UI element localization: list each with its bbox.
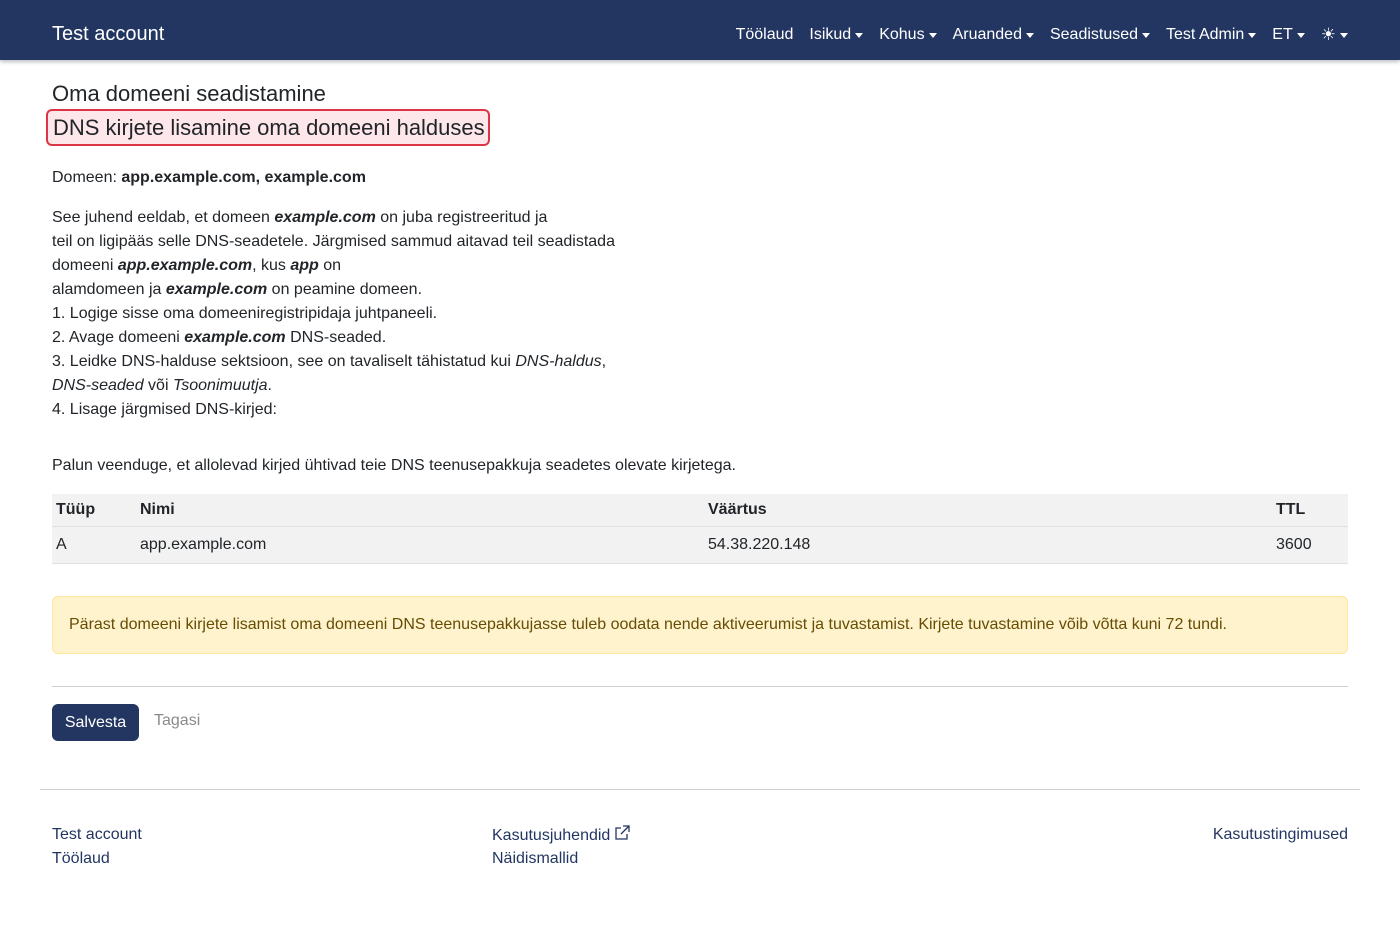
- nav-item-seadistused[interactable]: Seadistused: [1049, 24, 1151, 46]
- guide-text: ,: [601, 353, 607, 370]
- guide-text: on: [318, 257, 342, 274]
- guide-text: , kus: [252, 257, 291, 274]
- footer-link-templates[interactable]: Näidismallid: [492, 849, 578, 868]
- nav-item-label: Isikud: [809, 26, 852, 43]
- confirm-text: Palun veenduge, et allolevad kirjed ühti…: [52, 457, 736, 474]
- nav-item-label: Test Admin: [1166, 26, 1245, 43]
- guide-text: .: [267, 377, 272, 394]
- nav-item-label: Kohus: [879, 26, 925, 43]
- footer-link-account[interactable]: Test account: [52, 825, 142, 844]
- chevron-down-icon: [1025, 32, 1034, 38]
- chevron-down-icon: [1142, 32, 1151, 38]
- guide-text: See juhend eeldab, et domeen: [52, 209, 275, 226]
- top-navbar: Test account Töölaud Isikud Kohus Aruand…: [0, 0, 1400, 60]
- chevron-down-icon: [1296, 32, 1305, 38]
- chevron-down-icon: [1248, 32, 1257, 38]
- column-header-value: Väärtus: [704, 494, 1272, 527]
- record-name: app.example.com: [136, 526, 704, 564]
- main-nav: Töölaud Isikud Kohus Aruanded Seadistuse…: [736, 24, 1348, 46]
- table-row: A app.example.com 54.38.220.148 3600: [52, 526, 1348, 564]
- guide-text: on juba registreeritud ja: [375, 209, 548, 226]
- brand-link[interactable]: Test account: [52, 21, 164, 47]
- guide-step-4: 4. Lisage järgmised DNS-kirjed:: [52, 401, 277, 418]
- page-title: Oma domeeni seadistamine: [52, 81, 326, 106]
- chevron-down-icon: [1340, 32, 1348, 38]
- column-header-name: Nimi: [136, 494, 704, 527]
- guide-step-2: 2. Avage domeeni example.com DNS-seaded.: [52, 326, 672, 350]
- guide-line: See juhend eeldab, et domeen example.com…: [52, 206, 672, 230]
- back-button[interactable]: Tagasi: [154, 704, 200, 741]
- guide-text: DNS-seaded.: [285, 329, 387, 346]
- table-header-row: Tüüp Nimi Väärtus TTL: [52, 494, 1348, 527]
- setup-guide: See juhend eeldab, et domeen example.com…: [52, 206, 672, 422]
- nav-item-label: Aruanded: [952, 26, 1022, 43]
- guide-domain: app.example.com: [117, 257, 253, 274]
- guide-term: DNS-haldus: [515, 353, 602, 370]
- guide-step-3: 3. Leidke DNS-halduse sektsioon, see on …: [52, 350, 672, 374]
- guide-text: või: [143, 377, 173, 394]
- nav-item-aruanded[interactable]: Aruanded: [953, 24, 1034, 46]
- domain-label: Domeen:: [52, 169, 117, 186]
- dns-records-table: Tüüp Nimi Väärtus TTL A app.example.com …: [52, 494, 1348, 564]
- guide-text: alamdomeen ja: [52, 281, 166, 298]
- nav-item-toolaud[interactable]: Töölaud: [736, 24, 794, 46]
- column-header-type: Tüüp: [52, 494, 136, 527]
- nav-item-label: ET: [1272, 26, 1293, 43]
- guide-subdomain: app: [290, 257, 319, 274]
- guide-term: DNS-seaded: [52, 377, 144, 394]
- external-link-icon: [615, 825, 630, 840]
- page-subtitle: DNS kirjete lisamine oma domeeni halduse…: [46, 109, 490, 146]
- guide-domain: example.com: [184, 329, 286, 346]
- nav-item-user-menu[interactable]: Test Admin: [1166, 24, 1257, 46]
- domain-line: Domeen: app.example.com, example.com: [52, 168, 366, 187]
- nav-item-label: Seadistused: [1049, 26, 1139, 43]
- footer-divider: [40, 789, 1360, 790]
- guide-term: Tsoonimuutja: [172, 377, 268, 394]
- warning-alert: Pärast domeeni kirjete lisamist oma dome…: [52, 596, 1348, 654]
- nav-item-kohus[interactable]: Kohus: [879, 24, 937, 46]
- guide-line: alamdomeen ja example.com on peamine dom…: [52, 278, 672, 302]
- guide-step-1: 1. Logige sisse oma domeeniregistripidaj…: [52, 305, 438, 322]
- column-header-ttl: TTL: [1272, 494, 1348, 527]
- nav-item-label: Töölaud: [735, 26, 794, 43]
- record-value: 54.38.220.148: [704, 526, 1272, 564]
- divider: [52, 686, 1348, 687]
- guide-domain: example.com: [274, 209, 376, 226]
- nav-item-language[interactable]: ET: [1272, 24, 1305, 46]
- footer-link-label: Kasutusjuhendid: [492, 827, 611, 844]
- guide-step-3-cont: DNS-seaded või Tsoonimuutja.: [52, 374, 672, 398]
- guide-text: 2. Avage domeeni: [52, 329, 185, 346]
- nav-item-isikud[interactable]: Isikud: [809, 24, 864, 46]
- record-type: A: [52, 526, 136, 564]
- footer-link-manuals[interactable]: Kasutusjuhendid: [492, 825, 630, 845]
- guide-text: domeeni: [52, 257, 118, 274]
- footer-link-terms[interactable]: Kasutustingimused: [1213, 825, 1348, 844]
- record-ttl: 3600: [1272, 526, 1348, 564]
- guide-domain: example.com: [165, 281, 268, 298]
- chevron-down-icon: [928, 32, 937, 38]
- guide-line: teil on ligipääs selle DNS-seadetele. Jä…: [52, 233, 615, 250]
- domain-value: app.example.com, example.com: [121, 169, 366, 186]
- sun-icon: ☀: [1320, 25, 1336, 44]
- guide-line: domeeni app.example.com, kus app on: [52, 254, 672, 278]
- theme-toggle[interactable]: ☀: [1321, 25, 1348, 45]
- guide-text: 3. Leidke DNS-halduse sektsioon, see on …: [52, 353, 516, 370]
- save-button[interactable]: Salvesta: [52, 704, 139, 741]
- guide-text: on peamine domeen.: [267, 281, 423, 298]
- footer-link-dashboard[interactable]: Töölaud: [52, 849, 110, 868]
- chevron-down-icon: [855, 32, 864, 38]
